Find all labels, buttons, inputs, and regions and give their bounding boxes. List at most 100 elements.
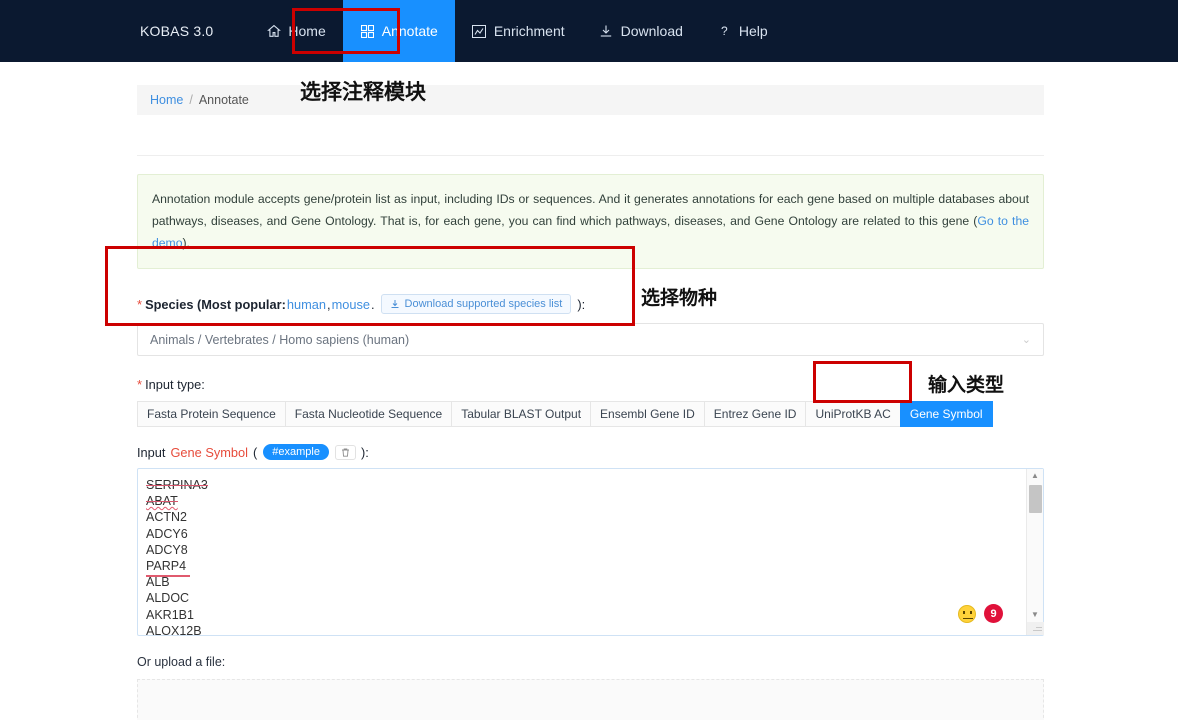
breadcrumb-separator: / bbox=[189, 93, 193, 107]
gene-list-content: SERPINA3 ABAT ACTN2 ADCY6 ADCY8 PARP4 AL… bbox=[138, 469, 1025, 638]
nav-item-download-label: Download bbox=[620, 23, 683, 39]
chevron-down-icon: ⌄ bbox=[1021, 334, 1031, 346]
nav-item-home-label: Home bbox=[288, 23, 326, 39]
tab-tabular-blast-output[interactable]: Tabular BLAST Output bbox=[451, 401, 591, 427]
species-section: * Species (Most popular: human , mouse .… bbox=[137, 294, 1044, 356]
gene-symbol-7: ALDOC bbox=[146, 591, 190, 606]
input-label-row: Input Gene Symbol ( #example ): bbox=[137, 444, 1044, 460]
upload-label: Or upload a file: bbox=[137, 655, 226, 669]
svg-text:?: ? bbox=[721, 24, 728, 38]
tab-fasta-nucleotide-sequence[interactable]: Fasta Nucleotide Sequence bbox=[284, 401, 452, 427]
annotation-select-module: 选择注释模块 bbox=[300, 80, 426, 104]
species-comma: , bbox=[327, 296, 331, 312]
divider-rule bbox=[137, 155, 1044, 156]
list-item: SERPINA3 bbox=[146, 477, 1025, 493]
download-species-list-button[interactable]: Download supported species list bbox=[380, 294, 572, 314]
navbar-inner: KOBAS 3.0 Home Annotate Enrichment Downl… bbox=[0, 0, 785, 62]
download-species-list-label: Download supported species list bbox=[404, 298, 563, 310]
download-icon bbox=[599, 24, 614, 39]
main-content: Home / Annotate Annotation module accept… bbox=[137, 62, 1044, 720]
breadcrumb-current: Annotate bbox=[198, 93, 249, 107]
neutral-face-icon[interactable] bbox=[958, 604, 976, 623]
info-text-end: ). bbox=[182, 236, 190, 250]
input-type-name: Gene Symbol bbox=[170, 444, 248, 460]
gene-symbol-5: PARP4 bbox=[146, 559, 191, 578]
info-banner: Annotation module accepts gene/protein l… bbox=[137, 174, 1044, 269]
scrollbar-track[interactable] bbox=[1027, 483, 1043, 608]
species-select[interactable]: Animals / Vertebrates / Homo sapiens (hu… bbox=[137, 323, 1044, 356]
list-item: ALOX12B bbox=[146, 623, 1025, 639]
gene-symbol-4: ADCY8 bbox=[146, 542, 188, 557]
resize-grip[interactable] bbox=[1026, 622, 1044, 635]
nav-item-home[interactable]: Home bbox=[249, 0, 342, 62]
list-item: ALB bbox=[146, 574, 1025, 590]
file-drop-zone[interactable] bbox=[137, 679, 1044, 720]
nav-item-download[interactable]: Download bbox=[582, 0, 700, 62]
nav-item-help-label: Help bbox=[738, 23, 768, 39]
input-type-tabs: Fasta Protein Sequence Fasta Nucleotide … bbox=[137, 401, 1044, 427]
annotation-input-type: 输入类型 bbox=[928, 374, 1005, 396]
species-label: Species (Most popular: bbox=[145, 296, 286, 312]
breadcrumb-home-link[interactable]: Home bbox=[150, 93, 183, 107]
trash-icon bbox=[341, 448, 349, 457]
info-banner-text: Annotation module accepts gene/protein l… bbox=[152, 188, 1029, 254]
gene-symbol-2: ACTN2 bbox=[146, 510, 187, 525]
nav-item-help[interactable]: ? Help bbox=[700, 0, 785, 62]
nav-item-enrichment-label: Enrichment bbox=[493, 23, 565, 39]
nav-item-annotate-label: Annotate bbox=[381, 23, 438, 39]
top-navbar: KOBAS 3.0 Home Annotate Enrichment Downl… bbox=[0, 0, 1178, 62]
input-type-label: Input type: bbox=[145, 377, 205, 392]
gene-list-textarea[interactable]: SERPINA3 ABAT ACTN2 ADCY6 ADCY8 PARP4 AL… bbox=[137, 468, 1044, 638]
scroll-up-arrow-icon[interactable]: ▲ bbox=[1031, 469, 1039, 483]
brand-logo[interactable]: KOBAS 3.0 bbox=[140, 23, 213, 39]
download-small-icon bbox=[391, 300, 399, 308]
species-period: . bbox=[370, 296, 375, 312]
list-item: ABAT bbox=[146, 493, 1025, 509]
textarea-scrollbar[interactable]: ▲ ▼ bbox=[1026, 469, 1044, 635]
input-paren-open: ( bbox=[253, 444, 258, 460]
breadcrumb: Home / Annotate bbox=[137, 85, 1044, 115]
clear-input-button[interactable] bbox=[334, 444, 356, 460]
species-label-end: ): bbox=[577, 296, 586, 312]
scrollbar-thumb[interactable] bbox=[1029, 485, 1042, 513]
input-prefix-label: Input bbox=[137, 444, 166, 460]
textarea-badges: 9 bbox=[958, 604, 1003, 623]
tab-uniprotkb-ac[interactable]: UniProtKB AC bbox=[805, 401, 900, 427]
tab-fasta-protein-sequence[interactable]: Fasta Protein Sequence bbox=[137, 401, 285, 427]
error-count-badge[interactable]: 9 bbox=[984, 604, 1003, 623]
nav-item-annotate[interactable]: Annotate bbox=[342, 0, 455, 62]
required-marker-species: * bbox=[137, 296, 143, 312]
gene-symbol-9: ALOX12B bbox=[146, 623, 202, 638]
list-item: ADCY6 bbox=[146, 526, 1025, 542]
tab-ensembl-gene-id[interactable]: Ensembl Gene ID bbox=[590, 401, 704, 427]
chart-icon bbox=[472, 24, 487, 39]
list-item: ALDOC bbox=[146, 590, 1025, 606]
tab-entrez-gene-id[interactable]: Entrez Gene ID bbox=[703, 401, 806, 427]
grid-icon bbox=[360, 24, 375, 39]
info-text-main: Annotation module accepts gene/protein l… bbox=[152, 192, 1029, 228]
gene-symbol-3: ADCY6 bbox=[146, 526, 188, 541]
required-marker-input-type: * bbox=[137, 377, 143, 392]
annotation-select-species: 选择物种 bbox=[641, 287, 718, 309]
input-type-label-row: * Input type: bbox=[137, 377, 1044, 392]
scroll-down-arrow-icon[interactable]: ▼ bbox=[1031, 608, 1039, 622]
gene-symbol-0: SERPINA3 bbox=[146, 478, 208, 492]
list-item: PARP4 bbox=[146, 558, 1025, 578]
home-icon bbox=[266, 24, 281, 39]
input-section: Input Gene Symbol ( #example ): SERPINA3… bbox=[137, 444, 1044, 638]
gene-symbol-6: ALB bbox=[146, 575, 170, 590]
question-icon: ? bbox=[717, 24, 732, 39]
species-popular-mouse[interactable]: mouse bbox=[332, 297, 370, 312]
list-item: ADCY8 bbox=[146, 542, 1025, 558]
tab-gene-symbol[interactable]: Gene Symbol bbox=[899, 401, 993, 427]
species-select-value: Animals / Vertebrates / Homo sapiens (hu… bbox=[150, 332, 410, 347]
example-chip-button[interactable]: #example bbox=[263, 444, 329, 460]
nav-item-enrichment[interactable]: Enrichment bbox=[455, 0, 582, 62]
input-paren-close: ): bbox=[360, 444, 369, 460]
list-item: ACTN2 bbox=[146, 509, 1025, 525]
page-root: KOBAS 3.0 Home Annotate Enrichment Downl… bbox=[0, 0, 1178, 720]
species-popular-human[interactable]: human bbox=[287, 297, 326, 312]
gene-symbol-1: ABAT bbox=[146, 494, 178, 509]
gene-symbol-8: AKR1B1 bbox=[146, 607, 194, 622]
upload-section: Or upload a file: bbox=[137, 655, 1044, 720]
